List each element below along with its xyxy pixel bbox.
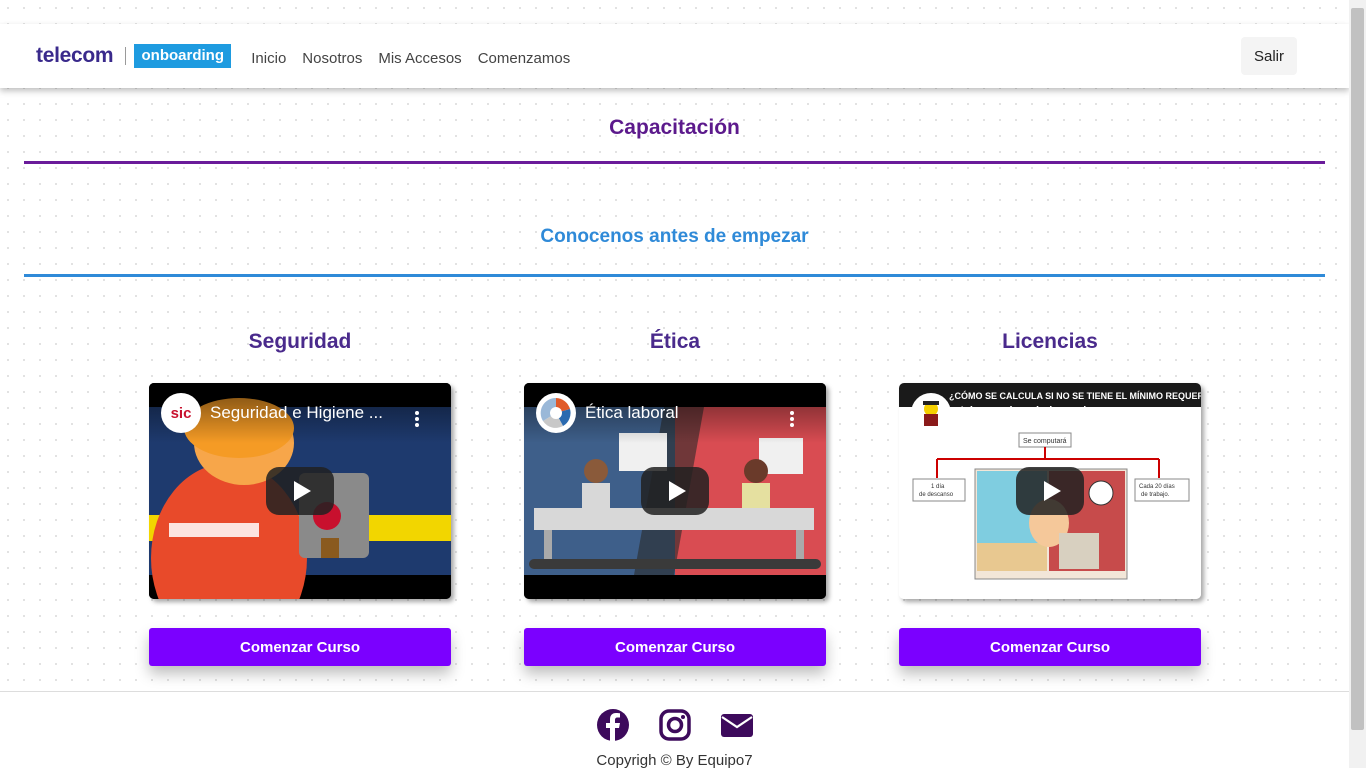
nav-link-comenzamos[interactable]: Comenzamos (478, 50, 571, 67)
logout-button[interactable]: Salir (1241, 37, 1297, 75)
navbar: telecom onboarding Inicio Nosotros Mis A… (0, 24, 1349, 88)
page-title: Capacitación (609, 116, 740, 139)
scrollbar-thumb[interactable] (1351, 8, 1364, 730)
course-title: Seguridad (248, 330, 352, 353)
course-card-seguridad: Seguridad sic Seguridad e Higiene ... Co… (149, 330, 451, 666)
instagram-icon[interactable] (658, 708, 692, 742)
mail-icon[interactable] (720, 708, 754, 742)
play-icon (1043, 481, 1061, 501)
video-title[interactable]: Seguridad e Higiene ... (210, 403, 383, 423)
brand-logo[interactable]: telecom onboarding (36, 44, 232, 68)
facebook-icon[interactable] (596, 708, 630, 742)
channel-logo-sic: sic (170, 404, 192, 422)
nav-link-nosotros[interactable]: Nosotros (302, 50, 362, 67)
start-course-button[interactable]: Comenzar Curso (524, 628, 826, 666)
channel-logo-icon (540, 397, 571, 428)
nav-link-inicio[interactable]: Inicio (251, 50, 286, 67)
video-title[interactable]: Ética laboral (585, 403, 679, 423)
video-player[interactable]: ¿CÓMO SE CALCULA SI NO SE TIENE EL MÍNIM… (899, 383, 1201, 599)
brand-name: telecom (36, 44, 114, 67)
play-button[interactable] (266, 467, 334, 515)
channel-avatar[interactable] (911, 393, 951, 433)
channel-logo-avatar-icon (915, 397, 947, 429)
social-links (0, 708, 1349, 742)
top-strip (0, 0, 1349, 24)
video-overlay-text-left-1: 1 día (931, 484, 945, 490)
nav-links: Inicio Nosotros Mis Accesos Comenzamos (243, 50, 578, 67)
section-subtitle: Conocenos antes de empezar (540, 226, 809, 247)
channel-avatar[interactable]: sic (161, 393, 201, 433)
start-course-button[interactable]: Comenzar Curso (149, 628, 451, 666)
start-course-button[interactable]: Comenzar Curso (899, 628, 1201, 666)
video-player[interactable]: Ética laboral (524, 383, 826, 599)
video-overlay-text-right-2: de trabajo. (1141, 492, 1170, 498)
course-title: Licencias (1002, 330, 1098, 353)
video-overlay-text-right-1: Cada 20 días (1139, 484, 1175, 490)
course-card-licencias: Licencias ¿CÓMO SE CALCULA SI NO SE TIEN… (899, 330, 1201, 666)
copyright-text: Copyrigh © By Equipo7 (596, 752, 753, 768)
video-top-bar: Licencias laborales (899, 383, 1201, 443)
video-top-bar: Ética laboral (524, 383, 826, 443)
scrollbar[interactable] (1349, 0, 1366, 768)
play-icon (293, 481, 311, 501)
video-player[interactable]: sic Seguridad e Higiene ... (149, 383, 451, 599)
course-card-etica: Ética Ética laboral Comenzar Curso (524, 330, 826, 666)
video-title[interactable]: Licencias laborales (960, 403, 1105, 423)
more-options-icon[interactable] (790, 409, 794, 429)
title-divider (24, 161, 1325, 164)
video-overlay-text-left-2: de descanso (919, 492, 954, 498)
more-options-icon[interactable] (1165, 409, 1169, 429)
play-icon (668, 481, 686, 501)
more-options-icon[interactable] (415, 409, 419, 429)
video-top-bar: sic Seguridad e Higiene ... (149, 383, 451, 443)
subtitle-divider (24, 274, 1325, 277)
course-title: Ética (649, 330, 701, 353)
play-button[interactable] (641, 467, 709, 515)
play-button[interactable] (1016, 467, 1084, 515)
brand-separator (125, 47, 127, 65)
nav-link-mis-accesos[interactable]: Mis Accesos (378, 50, 461, 67)
channel-avatar[interactable] (536, 393, 576, 433)
brand-tag: onboarding (134, 44, 232, 68)
footer: Copyrigh © By Equipo7 (0, 691, 1349, 768)
